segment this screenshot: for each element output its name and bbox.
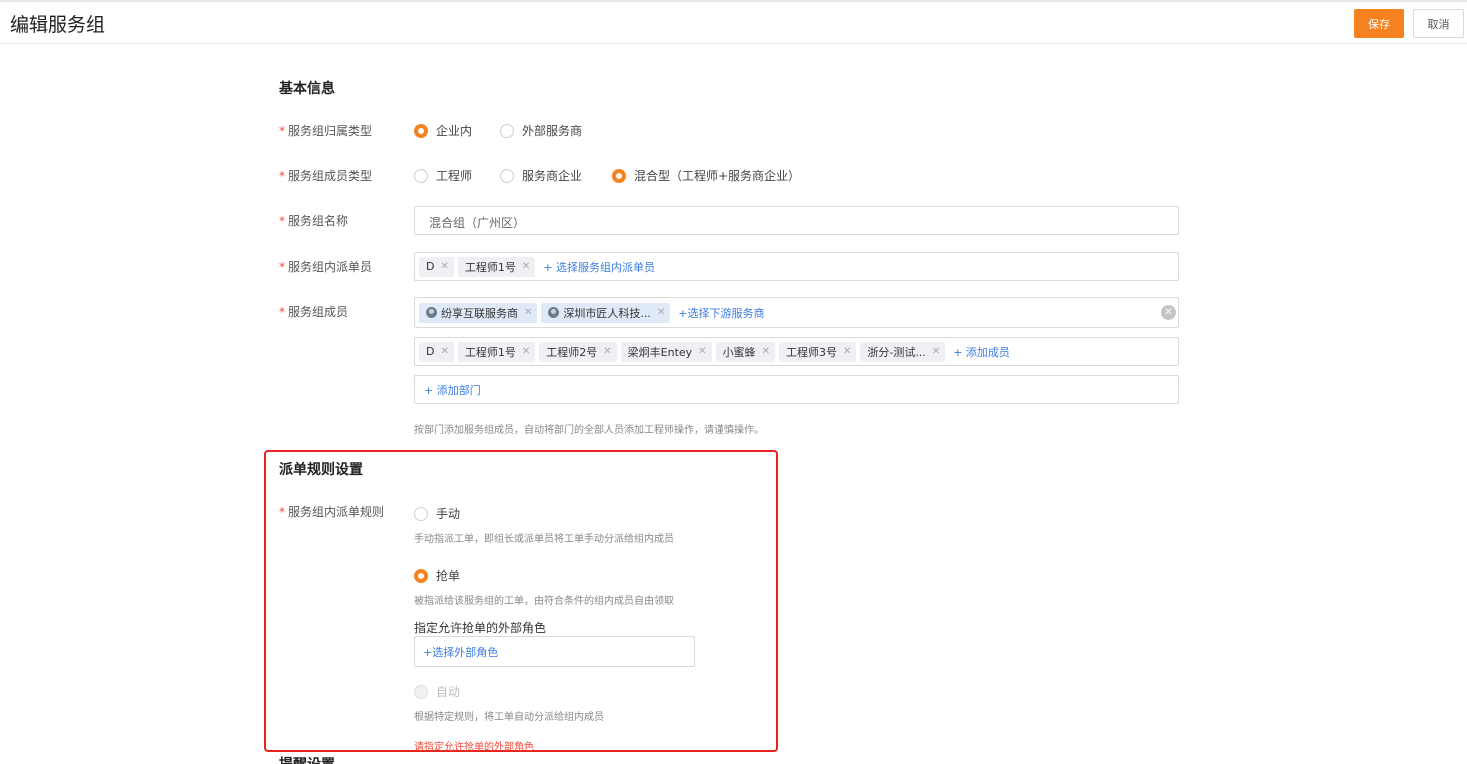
close-icon[interactable]: ✕	[522, 346, 530, 357]
close-icon[interactable]: ✕	[843, 346, 851, 357]
group-name-value: 混合组（广州区）	[429, 216, 526, 230]
departments-field[interactable]: + 添加部门	[414, 375, 1179, 404]
section-title-reminder: 提醒设置	[279, 754, 335, 764]
external-role-error: 请指定允许抢单的外部角色	[414, 742, 534, 753]
section-title-basic-info: 基本信息	[279, 81, 335, 97]
radio-checked-icon	[414, 568, 428, 583]
dispatch-rule-label: * 服务组内派单规则	[279, 505, 385, 519]
dispatch-option-grab[interactable]: 抢单	[414, 567, 460, 584]
required-mark: *	[279, 260, 285, 274]
required-mark: *	[279, 505, 285, 519]
member-tag: 浙分-测试... ✕	[860, 341, 946, 362]
globe-icon	[548, 307, 560, 318]
required-mark: *	[279, 214, 285, 228]
dispatch-option-manual-desc: 手动指派工单，即组长或派单员将工单手动分派给组内成员	[414, 534, 674, 545]
dispatcher-tag: D ✕	[419, 256, 454, 277]
external-role-field[interactable]: +选择外部角色	[414, 636, 695, 667]
ownership-option-internal[interactable]: 企业内	[414, 122, 472, 139]
ownership-option-external[interactable]: 外部服务商	[500, 122, 582, 139]
dispatch-option-grab-desc: 被指派给该服务组的工单，由符合条件的组内成员自由领取	[414, 596, 674, 607]
member-tag: 工程师2号 ✕	[539, 341, 617, 362]
member-type-option-provider[interactable]: 服务商企业	[500, 167, 582, 184]
member-tag: 工程师3号 ✕	[778, 341, 857, 362]
required-mark: *	[279, 305, 285, 319]
add-dispatcher-link[interactable]: + 选择服务组内派单员	[543, 259, 655, 275]
member-tag: D ✕	[419, 341, 454, 362]
radio-checked-icon	[414, 123, 428, 138]
add-member-link[interactable]: + 添加成员	[953, 344, 1010, 360]
members-hint: 按部门添加服务组成员，自动将部门的全部人员添加工程师操作，请谨慎操作。	[414, 425, 764, 436]
member-type-label: * 服务组成员类型	[279, 169, 373, 183]
required-mark: *	[279, 124, 285, 138]
member-type-option-mixed[interactable]: 混合型（工程师+服务商企业）	[612, 167, 800, 184]
close-icon[interactable]: ✕	[524, 307, 532, 318]
member-tag: 小蜜蜂 ✕	[715, 341, 775, 362]
dispatch-option-manual[interactable]: 手动	[414, 505, 460, 522]
add-provider-link[interactable]: +选择下游服务商	[678, 305, 764, 321]
close-icon[interactable]: ✕	[440, 346, 448, 357]
close-icon[interactable]: ✕	[522, 261, 530, 272]
dispatcher-tag: 工程师1号 ✕	[457, 256, 536, 277]
members-label: * 服务组成员	[279, 305, 349, 319]
providers-field[interactable]: 纷享互联服务商 ✕ 深圳市匠人科技... ✕ +选择下游服务商 ✕	[414, 297, 1179, 328]
close-icon[interactable]: ✕	[657, 307, 665, 318]
member-tag: 梁炯丰Entey ✕	[620, 341, 712, 362]
external-role-title: 指定允许抢单的外部角色	[414, 621, 547, 635]
provider-tag: 纷享互联服务商 ✕	[419, 302, 538, 323]
radio-disabled-icon	[414, 684, 428, 699]
globe-icon	[426, 307, 437, 318]
required-mark: *	[279, 169, 285, 183]
radio-unchecked-icon	[414, 168, 428, 183]
close-icon[interactable]: ✕	[603, 346, 611, 357]
radio-unchecked-icon	[414, 506, 428, 521]
close-icon[interactable]: ✕	[762, 346, 770, 357]
close-icon[interactable]: ✕	[440, 261, 448, 272]
ownership-type-label: * 服务组归属类型	[279, 124, 373, 138]
members-field[interactable]: D ✕ 工程师1号 ✕ 工程师2号 ✕ 梁炯丰Entey ✕ 小蜜蜂 ✕ 工程师3号 ✕ 浙…	[414, 337, 1179, 366]
radio-checked-icon	[612, 168, 626, 183]
dispatchers-field[interactable]: D ✕ 工程师1号 ✕ + 选择服务组内派单员	[414, 252, 1179, 281]
dispatchers-label: * 服务组内派单员	[279, 260, 373, 274]
member-tag: 工程师1号 ✕	[457, 341, 536, 362]
radio-unchecked-icon	[500, 168, 514, 183]
group-name-input[interactable]: 混合组（广州区）	[414, 206, 1179, 235]
page-title: 编辑服务组	[10, 14, 106, 36]
radio-unchecked-icon	[500, 123, 514, 138]
section-title-dispatch-rules: 派单规则设置	[279, 462, 363, 478]
group-name-label: * 服务组名称	[279, 214, 349, 228]
cancel-button[interactable]: 取消	[1413, 9, 1464, 38]
provider-tag: 深圳市匠人科技... ✕	[541, 302, 671, 323]
save-button[interactable]: 保存	[1354, 9, 1404, 38]
add-department-link[interactable]: + 添加部门	[424, 382, 481, 398]
close-icon[interactable]: ✕	[698, 346, 706, 357]
dispatch-option-auto[interactable]: 自动	[414, 683, 460, 700]
clear-icon[interactable]: ✕	[1161, 305, 1176, 320]
dispatch-option-auto-desc: 根据特定规则，将工单自动分派给组内成员	[414, 712, 604, 723]
page-header: 编辑服务组 保存 取消	[0, 2, 1467, 44]
add-external-role-link[interactable]: +选择外部角色	[423, 644, 498, 660]
close-icon[interactable]: ✕	[932, 346, 940, 357]
member-type-option-engineer[interactable]: 工程师	[414, 167, 472, 184]
